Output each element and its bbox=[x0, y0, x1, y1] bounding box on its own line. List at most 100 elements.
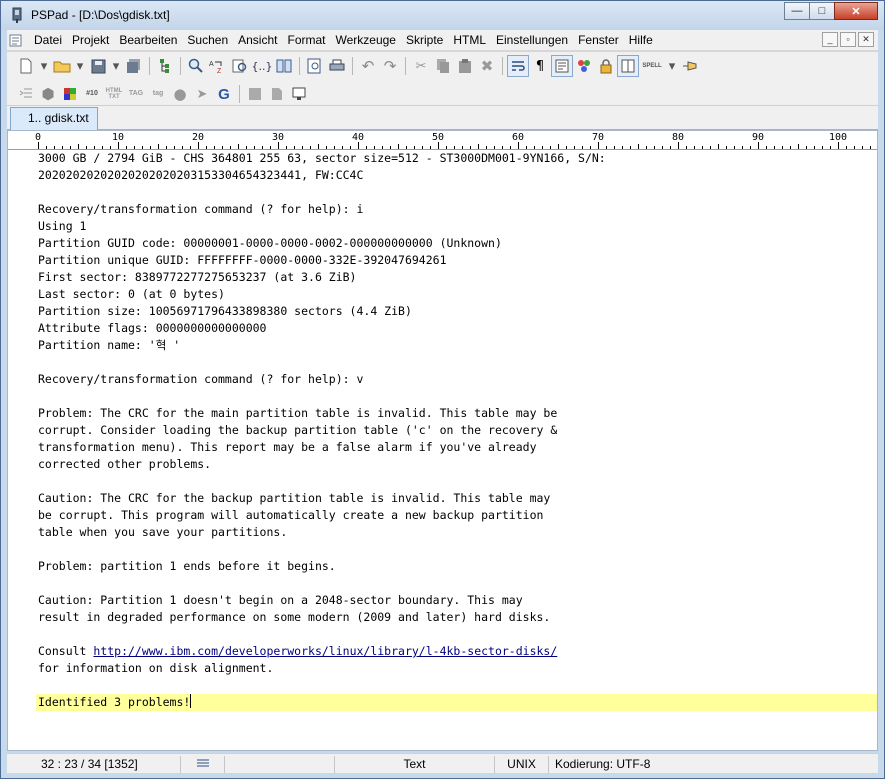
project-tree-icon[interactable] bbox=[154, 55, 176, 77]
readonly-lock-icon[interactable] bbox=[595, 55, 617, 77]
text-content[interactable]: 13000 GB / 2794 GiB - CHS 364801 255 63,… bbox=[36, 150, 877, 750]
menu-projekt[interactable]: Projekt bbox=[67, 30, 114, 51]
open-dropdown-icon[interactable]: ▾ bbox=[73, 55, 87, 77]
pin-icon[interactable] bbox=[679, 55, 701, 77]
tab-gdisk-txt[interactable]: 1.. gdisk.txt bbox=[10, 107, 98, 130]
text-line[interactable]: 3Recovery/transformation command (? for … bbox=[36, 201, 877, 218]
pilcrow-icon[interactable]: ¶ bbox=[529, 55, 551, 77]
text-line[interactable]: 17transformation menu). This report may … bbox=[36, 439, 877, 456]
text-line[interactable]: 13Recovery/transformation command (? for… bbox=[36, 371, 877, 388]
text-line[interactable]: 24Problem: partition 1 ends before it be… bbox=[36, 558, 877, 575]
paste-icon[interactable] bbox=[454, 55, 476, 77]
menu-format[interactable]: Format bbox=[282, 30, 330, 51]
word-wrap-icon[interactable] bbox=[507, 55, 529, 77]
delete-icon[interactable]: ✖ bbox=[476, 55, 498, 77]
color-palette-icon[interactable] bbox=[59, 83, 81, 105]
find-in-files-icon[interactable] bbox=[229, 55, 251, 77]
replace-icon[interactable]: AZ bbox=[207, 55, 229, 77]
menu-bearbeiten[interactable]: Bearbeiten bbox=[114, 30, 182, 51]
google-search-icon[interactable]: G bbox=[213, 83, 235, 105]
text-line[interactable]: 2 bbox=[36, 184, 877, 201]
text-line[interactable]: 8Last sector: 0 (at 0 bytes) bbox=[36, 286, 877, 303]
text-line[interactable]: 29Consult http://www.ibm.com/developerwo… bbox=[36, 643, 877, 660]
menu-hilfe[interactable]: Hilfe bbox=[624, 30, 658, 51]
sync-scroll-icon[interactable] bbox=[617, 55, 639, 77]
current-line[interactable]: 32Identified 3 problems! bbox=[36, 694, 877, 711]
text-line[interactable]: 21be corrupt. This program will automati… bbox=[36, 507, 877, 524]
text-line[interactable]: 15Problem: The CRC for the main partitio… bbox=[36, 405, 877, 422]
open-folder-icon[interactable] bbox=[51, 55, 73, 77]
text-line[interactable]: 18corrected other problems. bbox=[36, 456, 877, 473]
text-line[interactable]: 30for information on disk alignment. bbox=[36, 660, 877, 677]
undo-icon[interactable]: ↶ bbox=[357, 55, 379, 77]
spell-dropdown-icon[interactable]: ▾ bbox=[665, 55, 679, 77]
text-line[interactable]: 11Partition name: '혁 ' bbox=[36, 337, 877, 354]
monitor-icon[interactable] bbox=[288, 83, 310, 105]
text-line[interactable]: 14 bbox=[36, 388, 877, 405]
text-line[interactable]: 31 bbox=[36, 677, 877, 694]
tag-lower-icon[interactable]: tag bbox=[147, 83, 169, 105]
text-line[interactable]: 4Using 1 bbox=[36, 218, 877, 235]
text-line[interactable]: 10Attribute flags: 0000000000000000 bbox=[36, 320, 877, 337]
text-line[interactable]: 19 bbox=[36, 473, 877, 490]
text-line[interactable]: 16corrupt. Consider loading the backup p… bbox=[36, 422, 877, 439]
text-line[interactable]: 27result in degraded performance on some… bbox=[36, 609, 877, 626]
block-icon[interactable] bbox=[244, 83, 266, 105]
save-all-icon[interactable] bbox=[123, 55, 145, 77]
find-icon[interactable] bbox=[185, 55, 207, 77]
text-line[interactable]: 5Partition GUID code: 00000001-0000-0000… bbox=[36, 235, 877, 252]
text-line[interactable]: 22table when you save your partitions. bbox=[36, 524, 877, 541]
menu-werkzeuge[interactable]: Werkzeuge bbox=[331, 30, 401, 51]
copy-icon[interactable] bbox=[432, 55, 454, 77]
text-line[interactable]: ⇄20202020202020202020203153304654323441,… bbox=[36, 167, 877, 184]
html-to-txt-icon[interactable]: HTML TXT bbox=[103, 83, 125, 105]
text-line[interactable]: 34 bbox=[36, 728, 877, 745]
new-file-icon[interactable] bbox=[15, 55, 37, 77]
new-file-dropdown-icon[interactable]: ▾ bbox=[37, 55, 51, 77]
text-line[interactable]: 6Partition unique GUID: FFFFFFFF-0000-00… bbox=[36, 252, 877, 269]
text-line[interactable]: 20Caution: The CRC for the backup partit… bbox=[36, 490, 877, 507]
colors-icon[interactable] bbox=[573, 55, 595, 77]
title-bar[interactable]: PSPad - [D:\Dos\gdisk.txt] — □ ✕ bbox=[1, 1, 884, 30]
close-button[interactable]: ✕ bbox=[834, 2, 878, 20]
indent-icon[interactable] bbox=[15, 83, 37, 105]
document-icon[interactable] bbox=[266, 83, 288, 105]
send-icon[interactable]: ➤ bbox=[191, 83, 213, 105]
preview-icon[interactable] bbox=[304, 55, 326, 77]
text-line[interactable]: 9Partition size: 10056971796433898380 se… bbox=[36, 303, 877, 320]
text-line[interactable]: 28 bbox=[36, 626, 877, 643]
bookmarks-icon[interactable] bbox=[273, 55, 295, 77]
menu-ansicht[interactable]: Ansicht bbox=[233, 30, 282, 51]
save-icon[interactable] bbox=[87, 55, 109, 77]
text-line[interactable]: 33 bbox=[36, 711, 877, 728]
menu-skripte[interactable]: Skripte bbox=[401, 30, 448, 51]
text-line[interactable]: 13000 GB / 2794 GiB - CHS 364801 255 63,… bbox=[36, 150, 877, 167]
brackets-icon[interactable]: {..} bbox=[251, 55, 273, 77]
mdi-minimize-button[interactable]: _ bbox=[822, 32, 838, 47]
menu-datei[interactable]: Datei bbox=[29, 30, 67, 51]
text-line[interactable]: 26Caution: Partition 1 doesn't begin on … bbox=[36, 592, 877, 609]
menu-html[interactable]: HTML bbox=[448, 30, 491, 51]
hash10-icon[interactable]: #10 bbox=[81, 83, 103, 105]
text-line[interactable]: 7First sector: 8389772277275653237 (at 3… bbox=[36, 269, 877, 286]
redo-icon[interactable]: ↷ bbox=[379, 55, 401, 77]
print-icon[interactable] bbox=[326, 55, 348, 77]
editor-area[interactable]: 0 10 20 30 40 50 60 70 80 90 100 13000 GB / 2794 G… bbox=[7, 130, 878, 751]
text-line[interactable]: 12 bbox=[36, 354, 877, 371]
hyperlink[interactable]: http://www.ibm.com/developerworks/linux/… bbox=[93, 644, 557, 658]
tag-upper-icon[interactable]: TAG bbox=[125, 83, 147, 105]
menu-fenster[interactable]: Fenster bbox=[573, 30, 624, 51]
save-dropdown-icon[interactable]: ▾ bbox=[109, 55, 123, 77]
text-line[interactable]: 25 bbox=[36, 575, 877, 592]
cut-icon[interactable]: ✂ bbox=[410, 55, 432, 77]
hexagon-icon[interactable]: ⬢ bbox=[37, 83, 59, 105]
menu-suchen[interactable]: Suchen bbox=[182, 30, 233, 51]
document-menu-icon[interactable] bbox=[9, 34, 23, 47]
text-line[interactable]: 23 bbox=[36, 541, 877, 558]
circle-icon[interactable]: ● bbox=[169, 83, 191, 105]
mdi-restore-button[interactable]: ▫ bbox=[840, 32, 856, 47]
mdi-close-button[interactable]: ✕ bbox=[858, 32, 874, 47]
column-mode-icon[interactable] bbox=[551, 55, 573, 77]
maximize-button[interactable]: □ bbox=[809, 2, 835, 20]
menu-einstellungen[interactable]: Einstellungen bbox=[491, 30, 573, 51]
